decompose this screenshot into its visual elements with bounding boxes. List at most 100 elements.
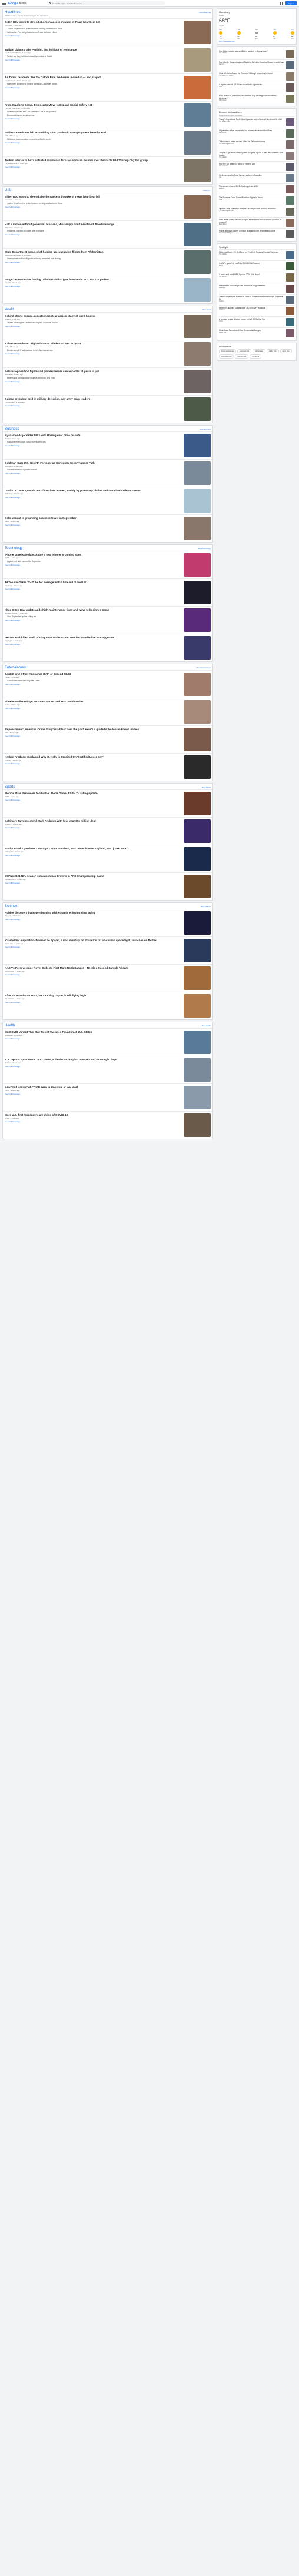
related-story[interactable]: Justice Department to protect women seek…	[5, 202, 181, 205]
story-title[interactable]: ESPNs 2021 NFL season simulation has Bro…	[5, 875, 181, 878]
side-item[interactable]: What We Know About the Claims of Militar…	[219, 71, 294, 82]
full-coverage-link[interactable]: View Full Coverage	[5, 882, 181, 884]
story-title[interactable]: Judge reviews order forcing Ohio hospita…	[5, 278, 181, 281]
topic-chip[interactable]: Caldor Fire	[266, 349, 279, 353]
full-coverage-link[interactable]: View Full Coverage	[5, 588, 181, 590]
story-title[interactable]: Goldman Cuts U.S. Growth Forecast as Con…	[5, 461, 181, 464]
story-title[interactable]: Biden DOJ vows to defend abortion access…	[5, 21, 181, 24]
side-item[interactable]: 'Despite a great end deal Bay was the gr…	[219, 150, 294, 161]
related-story[interactable]: Cardi B welcomes baby boy with Offset	[5, 680, 181, 683]
full-coverage-link[interactable]: View Full Coverage	[5, 35, 181, 37]
side-item[interactable]: 'Tell stories to make movies': After the…	[219, 139, 294, 150]
full-coverage-link[interactable]: View Full Coverage	[5, 206, 181, 208]
story-thumbnail[interactable]	[184, 250, 211, 274]
story-title[interactable]: Taliban claim to take Panjshir, last hol…	[5, 48, 181, 51]
full-coverage-link[interactable]: View Full Coverage	[5, 496, 181, 499]
related-story[interactable]: Blinken says U.S. will continue to help …	[5, 349, 181, 352]
story-title[interactable]: 'Crashdom: Inspiration4 Mission to Space…	[5, 939, 181, 942]
story-title[interactable]: After six months on Mars, NASA's tiny co…	[5, 994, 181, 997]
full-coverage-link[interactable]: View Full Coverage	[5, 707, 181, 710]
section-title[interactable]: Health	[5, 1024, 15, 1028]
weather-more-link[interactable]: More on weather.com	[219, 40, 294, 42]
side-item[interactable]: Them Competitively Passed in Mock to Som…	[219, 294, 294, 305]
section-title[interactable]: Technology	[5, 547, 22, 550]
full-coverage-link[interactable]: View Full Coverage	[5, 735, 181, 737]
more-link[interactable]: More Science	[201, 905, 211, 908]
full-coverage-link[interactable]: View Full Coverage	[5, 918, 181, 921]
side-item[interactable]: What, Kate Seniors and How Democrats Cha…	[219, 327, 294, 339]
story-title[interactable]: Taliban interior to have defeated resist…	[5, 159, 181, 162]
story-thumbnail[interactable]	[184, 434, 211, 457]
story-thumbnail[interactable]	[184, 608, 211, 632]
related-story[interactable]: Guttmacher: Few will get abortion as Tex…	[5, 31, 181, 34]
related-story[interactable]: White House chief says Joe Manchin is 'n…	[5, 111, 181, 113]
story-title[interactable]: Xbox 9 Sep Day update adds high-maintena…	[5, 608, 181, 611]
story-thumbnail[interactable]	[184, 939, 211, 962]
story-thumbnail[interactable]	[184, 103, 211, 127]
story-title[interactable]: Jobless Americans left scrambling after …	[5, 131, 181, 134]
menu-icon[interactable]	[2, 2, 6, 5]
story-title[interactable]: Baltimore Ravens extend Mark Andrews wit…	[5, 819, 181, 822]
full-coverage-link[interactable]: View Full Coverage	[5, 946, 181, 948]
story-thumbnail[interactable]	[184, 755, 211, 779]
side-item[interactable]: The Supreme Court Turned Abortion Rights…	[219, 195, 294, 206]
story-thumbnail[interactable]	[184, 131, 211, 155]
story-thumbnail[interactable]	[184, 673, 211, 696]
full-coverage-link[interactable]: View Full Coverage	[5, 619, 181, 621]
story-thumbnail[interactable]	[184, 728, 211, 751]
side-item[interactable]: Fact Check: Weighed Against Digital to A…	[219, 59, 294, 71]
story-thumbnail[interactable]	[184, 1086, 211, 1109]
side-item[interactable]: Midterms Mount: Fill Get Done for The 20…	[219, 249, 294, 260]
side-item[interactable]: Police officials a factory in prison is …	[219, 228, 294, 239]
story-thumbnail[interactable]	[184, 21, 211, 44]
search-input[interactable]: Search for topics, locations & sources	[46, 1, 165, 5]
full-coverage-link[interactable]: View Full Coverage	[5, 166, 181, 168]
topic-chip[interactable]: Labor Day	[280, 349, 292, 353]
full-coverage-link[interactable]: View Full Coverage	[5, 973, 181, 976]
story-thumbnail[interactable]	[184, 48, 211, 72]
full-coverage-link[interactable]: View Full Coverage	[5, 285, 181, 287]
full-coverage-link[interactable]: View Full Coverage	[5, 142, 181, 144]
side-item[interactable]: How the US created a world of endless wa…	[219, 161, 294, 172]
story-title[interactable]: Busby Brooks previews Cowboys - Bucs mat…	[5, 847, 181, 850]
story-title[interactable]: Behind phone escape, reports indicate a …	[5, 315, 181, 317]
topic-chip[interactable]: Texas abortion law	[219, 349, 237, 353]
story-thumbnail[interactable]	[184, 581, 211, 604]
topic-chip[interactable]: Afghanistan	[253, 349, 265, 353]
full-coverage-link[interactable]: View Full Coverage	[5, 564, 181, 566]
side-item[interactable]: Mohammed Deschamps Has Become a Single W…	[219, 283, 294, 294]
full-coverage-link[interactable]: View Full Coverage	[5, 59, 181, 61]
side-item[interactable]: For 1 million of Americans' Left Behind …	[219, 93, 294, 104]
side-item[interactable]: Infirmed Caldornia nudges aggs 150,000 A…	[219, 305, 294, 316]
story-thumbnail[interactable]	[184, 875, 211, 898]
side-item[interactable]: Trump's Republican Party: How it passed …	[219, 116, 294, 128]
story-title[interactable]: State Department accused of holding up e…	[5, 250, 181, 253]
side-item[interactable]: How Biden should face and Biden has Left…	[219, 49, 294, 59]
story-title[interactable]: A livestream depart Afghanistan as Blink…	[5, 342, 181, 345]
full-coverage-link[interactable]: View Full Coverage	[5, 325, 181, 327]
full-coverage-link[interactable]: View Full Coverage	[5, 854, 181, 857]
full-coverage-link[interactable]: View Full Coverage	[5, 86, 181, 89]
section-title[interactable]: Entertainment	[5, 666, 26, 670]
story-thumbnail[interactable]	[184, 792, 211, 815]
side-item[interactable]: Is a NFL game? If: yes Take COVID/Cult S…	[219, 260, 294, 272]
story-title[interactable]: More U.S. first responders are dying of …	[5, 1113, 181, 1116]
related-story[interactable]: Residents urged to boil water after hurr…	[5, 230, 181, 233]
story-thumbnail[interactable]	[184, 461, 211, 485]
full-coverage-link[interactable]: View Full Coverage	[5, 1093, 181, 1095]
story-thumbnail[interactable]	[184, 342, 211, 366]
story-title[interactable]: Half a million without power in Louisian…	[5, 223, 181, 226]
side-item[interactable]: A book. and In tell NSN Sport of 2020 Di…	[219, 272, 294, 283]
full-coverage-link[interactable]: View Full Coverage	[5, 444, 181, 447]
story-thumbnail[interactable]	[184, 278, 211, 302]
topic-chip[interactable]: COVID-19	[250, 354, 262, 359]
full-coverage-link[interactable]: View Full Coverage	[5, 827, 181, 829]
full-coverage-link[interactable]: View Full Coverage	[5, 404, 181, 407]
full-coverage-link[interactable]: View Full Coverage	[5, 1038, 181, 1040]
side-item[interactable]: Opinion: Why one tax in the New Deal mig…	[219, 206, 294, 217]
topic-chip[interactable]: Guinea coup	[235, 354, 249, 359]
story-title[interactable]: TikTok overtakes YouTube for average wat…	[5, 581, 181, 584]
related-story[interactable]: Justice Department to protect women seek…	[5, 28, 181, 31]
more-link[interactable]: More Headlines	[199, 11, 211, 14]
related-story[interactable]: Belarus jails two opposition figures Kol…	[5, 377, 181, 380]
